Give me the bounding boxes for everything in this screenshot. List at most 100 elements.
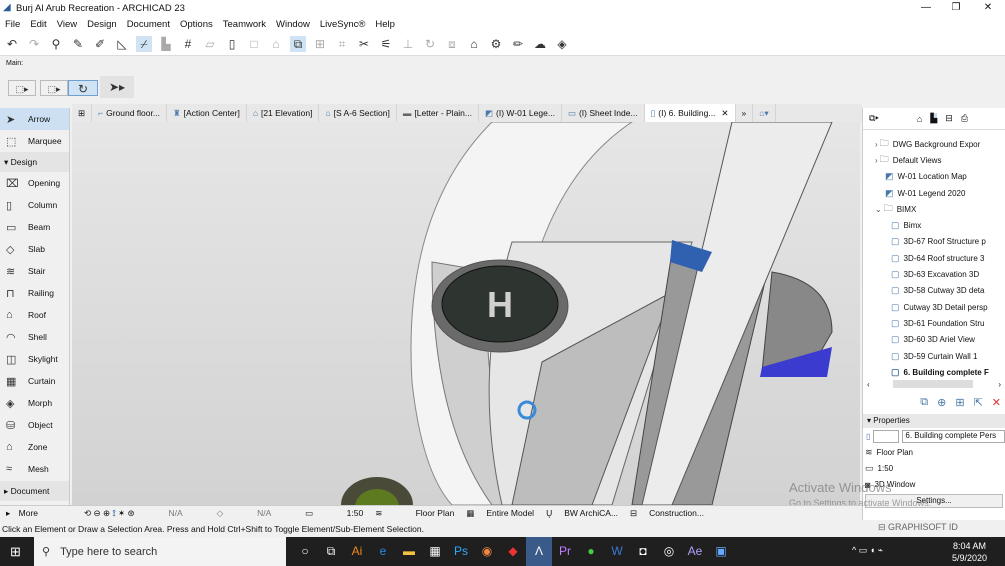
menu-design[interactable]: Design	[82, 19, 122, 30]
expand-arrow-icon[interactable]: ›	[875, 140, 878, 149]
tab-building-3d[interactable]: ▯ (I) 6. Building... ✕	[644, 104, 736, 122]
offset-icon[interactable]: ⌂	[466, 36, 482, 52]
inject-icon[interactable]: ✐	[92, 36, 108, 52]
dimension-icon[interactable]: ⊞	[312, 36, 328, 52]
grid-icon[interactable]: #	[180, 36, 196, 52]
document-header[interactable]: ▸ Document	[0, 481, 69, 501]
teamwork-icon[interactable]: ⚙	[488, 36, 504, 52]
project-map-icon[interactable]: ⌂	[917, 114, 922, 124]
tab-ground-floor[interactable]: ⌐ Ground floor...	[92, 104, 167, 122]
close-button[interactable]: ✕	[973, 0, 1003, 16]
bimcloud-icon[interactable]: ☁	[532, 36, 548, 52]
close-tab-icon[interactable]: ✕	[721, 108, 728, 119]
navigator-item[interactable]: ▢ 3D-58 Cutway 3D deta	[863, 283, 1005, 299]
navigator-item[interactable]: ▢ 3D-67 Roof Structure p	[863, 234, 1005, 250]
tool-shell[interactable]: ◠ Shell	[0, 326, 69, 348]
edge-icon[interactable]: e	[370, 537, 396, 566]
scale-dropdown[interactable]: 1:50	[319, 508, 369, 518]
suspend-groups-icon[interactable]: ⧉	[290, 35, 306, 52]
design-header[interactable]: ▾ Design	[0, 152, 69, 172]
app-red-icon[interactable]: ◆	[500, 537, 526, 566]
tab-elevation[interactable]: ⌂ [21 Elevation]	[247, 104, 320, 122]
view-id-field[interactable]	[873, 429, 900, 443]
tool-morph[interactable]: ◈ Morph	[0, 392, 69, 414]
edit-plane-icon[interactable]: ▯	[224, 36, 240, 52]
tool-railing[interactable]: ⊓ Railing	[0, 282, 69, 304]
navigator-tree[interactable]: › 🗀 DWG Background Expor › 🗀 Default Views ◩…	[863, 130, 1005, 378]
scissors-icon[interactable]: ✂	[356, 36, 372, 52]
menu-file[interactable]: File	[0, 19, 25, 30]
menu-livesync[interactable]: LiveSync®	[315, 19, 371, 30]
app-green-icon[interactable]: ●	[578, 537, 604, 566]
3d-viewport[interactable]: H	[72, 122, 860, 505]
windows-start-icon[interactable]: ⊞	[10, 544, 21, 560]
tool-curtain[interactable]: ▦ Curtain	[0, 370, 69, 392]
angle-readout[interactable]: N/A	[229, 508, 299, 518]
guide-lines-icon[interactable]: ◺	[114, 36, 130, 52]
delete-icon[interactable]: ✕	[992, 396, 1001, 409]
view-settings-icon[interactable]: ◈	[554, 36, 570, 52]
publisher-sets-icon[interactable]: ⎙	[961, 113, 968, 124]
mirror-icon[interactable]: ⧈	[444, 36, 460, 52]
menu-edit[interactable]: Edit	[25, 19, 51, 30]
layer-combo-dropdown[interactable]: Floor Plan	[388, 508, 460, 518]
navigator-item[interactable]: ◩ W-01 Location Map	[863, 169, 1005, 185]
horizontal-scrollbar[interactable]: ‹ ›	[863, 378, 1005, 390]
magic-wand-icon[interactable]: ⚟	[378, 36, 394, 52]
more-button[interactable]: ▸ More	[0, 508, 50, 519]
tool-slab[interactable]: ◇ Slab	[0, 238, 69, 260]
tab-overview-icon[interactable]: ⊞	[72, 104, 93, 122]
calculator-icon[interactable]: ▦	[422, 537, 448, 566]
restore-button[interactable]: ❐	[941, 0, 971, 16]
redo-icon[interactable]: ↷	[26, 36, 42, 52]
navigator-item[interactable]: ⌄ 🗀 BIMX	[863, 201, 1005, 217]
arrow-tool-button[interactable]: ➤▸	[100, 76, 134, 98]
menu-teamwork[interactable]: Teamwork	[218, 19, 271, 30]
gravity-icon[interactable]: ▙	[158, 36, 174, 52]
word-icon[interactable]: W	[604, 537, 630, 566]
layout-book-icon[interactable]: ⊟	[945, 113, 953, 124]
expand-arrow-icon[interactable]: ⌄	[875, 205, 882, 214]
navigator-item[interactable]: ▢ 3D-60 3D Ariel View	[863, 332, 1005, 348]
menu-window[interactable]: Window	[271, 19, 315, 30]
tool-mesh[interactable]: ≈ Mesh	[0, 458, 69, 480]
navigator-item[interactable]: ▢ Cutway 3D Detail persp	[863, 299, 1005, 315]
navigator-options-icon[interactable]: ⧉▸	[869, 113, 879, 124]
tab-sheet-index[interactable]: ▭ (I) Sheet Inde...	[562, 104, 645, 122]
edit-tool-icon[interactable]: ✏	[510, 36, 526, 52]
new-view-icon[interactable]: ⧉	[920, 396, 928, 409]
graphisoft-id[interactable]: ⊟ GRAPHISOFT ID	[878, 522, 958, 533]
media-player-icon[interactable]: ◎	[656, 537, 682, 566]
navigator-item[interactable]: ▢ 6. Building complete F	[863, 364, 1005, 378]
chrome-icon[interactable]: ◉	[474, 537, 500, 566]
selection-method-button[interactable]: ⬚▸	[8, 80, 36, 96]
tool-zone[interactable]: ⌂ Zone	[0, 436, 69, 458]
find-select-icon[interactable]: ⚲	[48, 36, 64, 52]
lock-icon[interactable]: ⌂	[268, 36, 284, 52]
undo-icon[interactable]: ↶	[4, 36, 20, 52]
archicad-taskbar-icon[interactable]: Λ	[526, 537, 552, 566]
trace-icon[interactable]: ▱	[202, 36, 218, 52]
after-effects-icon[interactable]: Ae	[682, 537, 708, 566]
navigator-item[interactable]: ▢ 3D-59 Curtain Wall 1	[863, 348, 1005, 364]
navigator-item[interactable]: ▢ 3D-63 Excavation 3D	[863, 266, 1005, 282]
renovation-icon[interactable]: □	[246, 36, 262, 52]
snap-guides-icon[interactable]: ⌿	[136, 35, 152, 52]
pen-set-dropdown[interactable]: BW ArchiCA...	[558, 508, 624, 518]
tool-beam[interactable]: ▭ Beam	[0, 216, 69, 238]
navigator-item[interactable]: ▢ 3D-61 Foundation Stru	[863, 315, 1005, 331]
taskbar-search[interactable]: ⚲ Type here to search	[34, 537, 286, 566]
tab-action-center[interactable]: ♜ [Action Center]	[167, 104, 247, 122]
tool-roof[interactable]: ⌂ Roof	[0, 304, 69, 326]
partial-structure-dropdown[interactable]: Construction...	[643, 508, 710, 518]
align-icon[interactable]: ⊥	[400, 36, 416, 52]
tool-arrow[interactable]: ➤ Arrow	[0, 108, 69, 130]
rotate-view-button[interactable]: ↻	[68, 80, 98, 96]
navigator-item[interactable]: › 🗀 Default Views	[863, 152, 1005, 168]
clock[interactable]: 8:04 AM 5/9/2020	[952, 540, 987, 564]
cortana-icon[interactable]: ○	[292, 537, 318, 566]
view-map-dropdown[interactable]: ⌂▾	[753, 104, 776, 122]
expand-arrow-icon[interactable]: ›	[875, 156, 878, 165]
menu-document[interactable]: Document	[122, 19, 175, 30]
system-tray-icons[interactable]: ^ ▭ ◖ ⌁	[852, 545, 883, 556]
